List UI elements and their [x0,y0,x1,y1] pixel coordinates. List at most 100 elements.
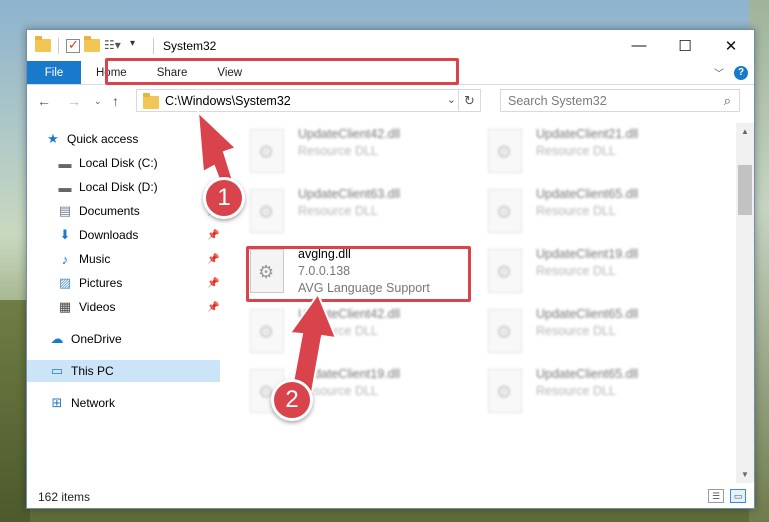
scrollbar-thumb[interactable] [738,165,752,215]
sidebar-item-this-pc[interactable]: ▭ This PC [27,360,220,382]
callout-1: 1 [203,177,245,219]
recent-locations-chevron-icon[interactable]: ⌄ [94,96,102,107]
pin-icon[interactable]: 📌 [207,302,219,313]
file-type: Resource DLL [536,264,616,278]
file-tile[interactable]: UpdateClient65.dll Resource DLL [484,367,714,419]
file-type: Resource DLL [536,144,616,158]
address-path[interactable]: C:\Windows\System32 [165,94,291,108]
file-name: UpdateClient19.dll [298,367,401,381]
file-type: Resource DLL [298,324,378,338]
close-button[interactable]: ✕ [708,30,754,61]
pin-icon[interactable]: 📌 [207,158,219,169]
search-placeholder: Search System32 [508,93,607,108]
address-bar[interactable]: C:\Windows\System32 ⌄ ↻ [136,89,481,112]
sidebar-item-pictures[interactable]: ▨ Pictures 📌 [27,272,220,294]
file-name: UpdateClient42.dll [298,127,401,141]
sidebar-item-label: Music [79,252,111,266]
pin-icon[interactable]: 📌 [207,230,219,241]
file-tile[interactable]: UpdateClient63.dll Resource DLL [246,187,476,239]
sidebar-item-label: Quick access [67,132,139,146]
large-icons-view-icon[interactable]: ▭ [730,489,746,503]
sidebar-item-videos[interactable]: ▦ Videos 📌 [27,296,220,318]
address-bar-highlight [105,58,459,85]
file-tile[interactable]: UpdateClient21.dll Resource DLL [484,127,714,179]
file-type: Resource DLL [536,204,616,218]
refresh-icon[interactable]: ↻ [458,90,480,111]
network-icon: ⊞ [51,395,63,410]
details-view-icon[interactable]: ☰ [708,489,724,503]
computer-icon: ▭ [50,363,64,378]
folder-icon [35,36,51,52]
dll-file-icon [488,129,522,173]
chevron-down-icon[interactable]: ⌄ [447,93,456,106]
view-toggle: ☰ ▭ [708,489,746,503]
scroll-down-icon[interactable]: ▼ [736,466,754,483]
properties-icon[interactable] [66,37,80,53]
file-name: UpdateClient63.dll [298,187,401,201]
title-bar: ☷▾ ▾ System32 — ☐ ✕ [27,30,754,61]
file-name: UpdateClient21.dll [536,127,639,141]
pictures-icon: ▨ [58,275,72,290]
new-folder-icon[interactable] [84,36,100,52]
sidebar-item-label: Network [71,396,116,410]
back-arrow-icon[interactable]: ← [37,93,51,109]
up-arrow-icon[interactable]: ↑ [112,93,119,109]
search-icon[interactable]: ⌕ [724,93,731,109]
expand-ribbon-icon[interactable]: ﹀ [714,65,724,80]
window-controls: — ☐ ✕ [616,30,754,61]
music-icon: ♪ [61,251,69,267]
videos-icon: ▦ [58,299,72,314]
sidebar-item-label: Local Disk (C:) [79,156,158,170]
file-tile[interactable]: UpdateClient65.dll Resource DLL [484,307,714,359]
sidebar-item-documents[interactable]: ▤ Documents 📌 [27,200,220,222]
sidebar-item-label: Videos [79,300,116,314]
file-name: UpdateClient19.dll [536,247,639,261]
tab-file[interactable]: File [27,61,81,84]
sidebar-item-quick-access[interactable]: ★ Quick access [27,128,220,150]
scroll-up-icon[interactable]: ▲ [736,123,754,140]
cloud-icon: ☁ [50,331,64,346]
sidebar-item-label: Downloads [79,228,139,242]
pin-icon[interactable]: 📌 [207,254,219,265]
sidebar-item-music[interactable]: ♪ Music 📌 [27,248,220,270]
sidebar-item-local-disk-d[interactable]: ▬ Local Disk (D:) 📌 [27,176,220,198]
dll-file-icon [250,309,284,353]
sidebar-item-label: Pictures [79,276,123,290]
item-count: 162 items [38,490,91,504]
customize-toolbar-icon[interactable]: ☷▾ [104,38,121,54]
drive-icon: ▬ [58,155,72,171]
vertical-scrollbar[interactable]: ▲ ▼ [736,123,754,483]
file-name: UpdateClient65.dll [536,367,639,381]
file-tile[interactable]: UpdateClient65.dll Resource DLL [484,187,714,239]
window-title: System32 [163,38,217,53]
search-input[interactable]: Search System32 ⌕ [500,89,740,112]
dll-file-icon [488,189,522,233]
maximize-button[interactable]: ☐ [662,30,708,61]
dll-file-icon [488,309,522,353]
file-tile[interactable]: UpdateClient42.dll Resource DLL [246,307,476,359]
file-tile[interactable]: UpdateClient42.dll Resource DLL [246,127,476,179]
dll-file-icon [488,249,522,293]
dll-file-icon [250,189,284,233]
pin-icon[interactable]: 📌 [207,278,219,289]
file-tile[interactable]: UpdateClient19.dll Resource DLL [484,247,714,299]
sidebar-item-downloads[interactable]: ⬇ Downloads 📌 [27,224,220,246]
minimize-button[interactable]: — [616,30,662,61]
help-icon[interactable]: ? [734,65,748,80]
forward-arrow-icon[interactable]: → [67,93,81,109]
callout-2: 2 [271,379,313,421]
sidebar-item-local-disk-c[interactable]: ▬ Local Disk (C:) 📌 [27,152,220,174]
file-type: Resource DLL [536,384,616,398]
download-icon: ⬇ [59,227,71,242]
toolbar-dropdown-icon[interactable]: ▾ [130,38,146,54]
star-icon: ★ [47,131,59,146]
folder-icon [143,92,159,109]
sidebar-item-label: Local Disk (D:) [79,180,158,194]
toolbar-separator [153,37,154,54]
file-type: Resource DLL [298,144,378,158]
status-bar: 162 items ☰ ▭ [27,486,754,508]
sidebar-item-network[interactable]: ⊞ Network [27,392,220,414]
file-name: UpdateClient42.dll [298,307,401,321]
dll-file-icon [488,369,522,413]
sidebar-item-onedrive[interactable]: ☁ OneDrive [27,328,220,350]
